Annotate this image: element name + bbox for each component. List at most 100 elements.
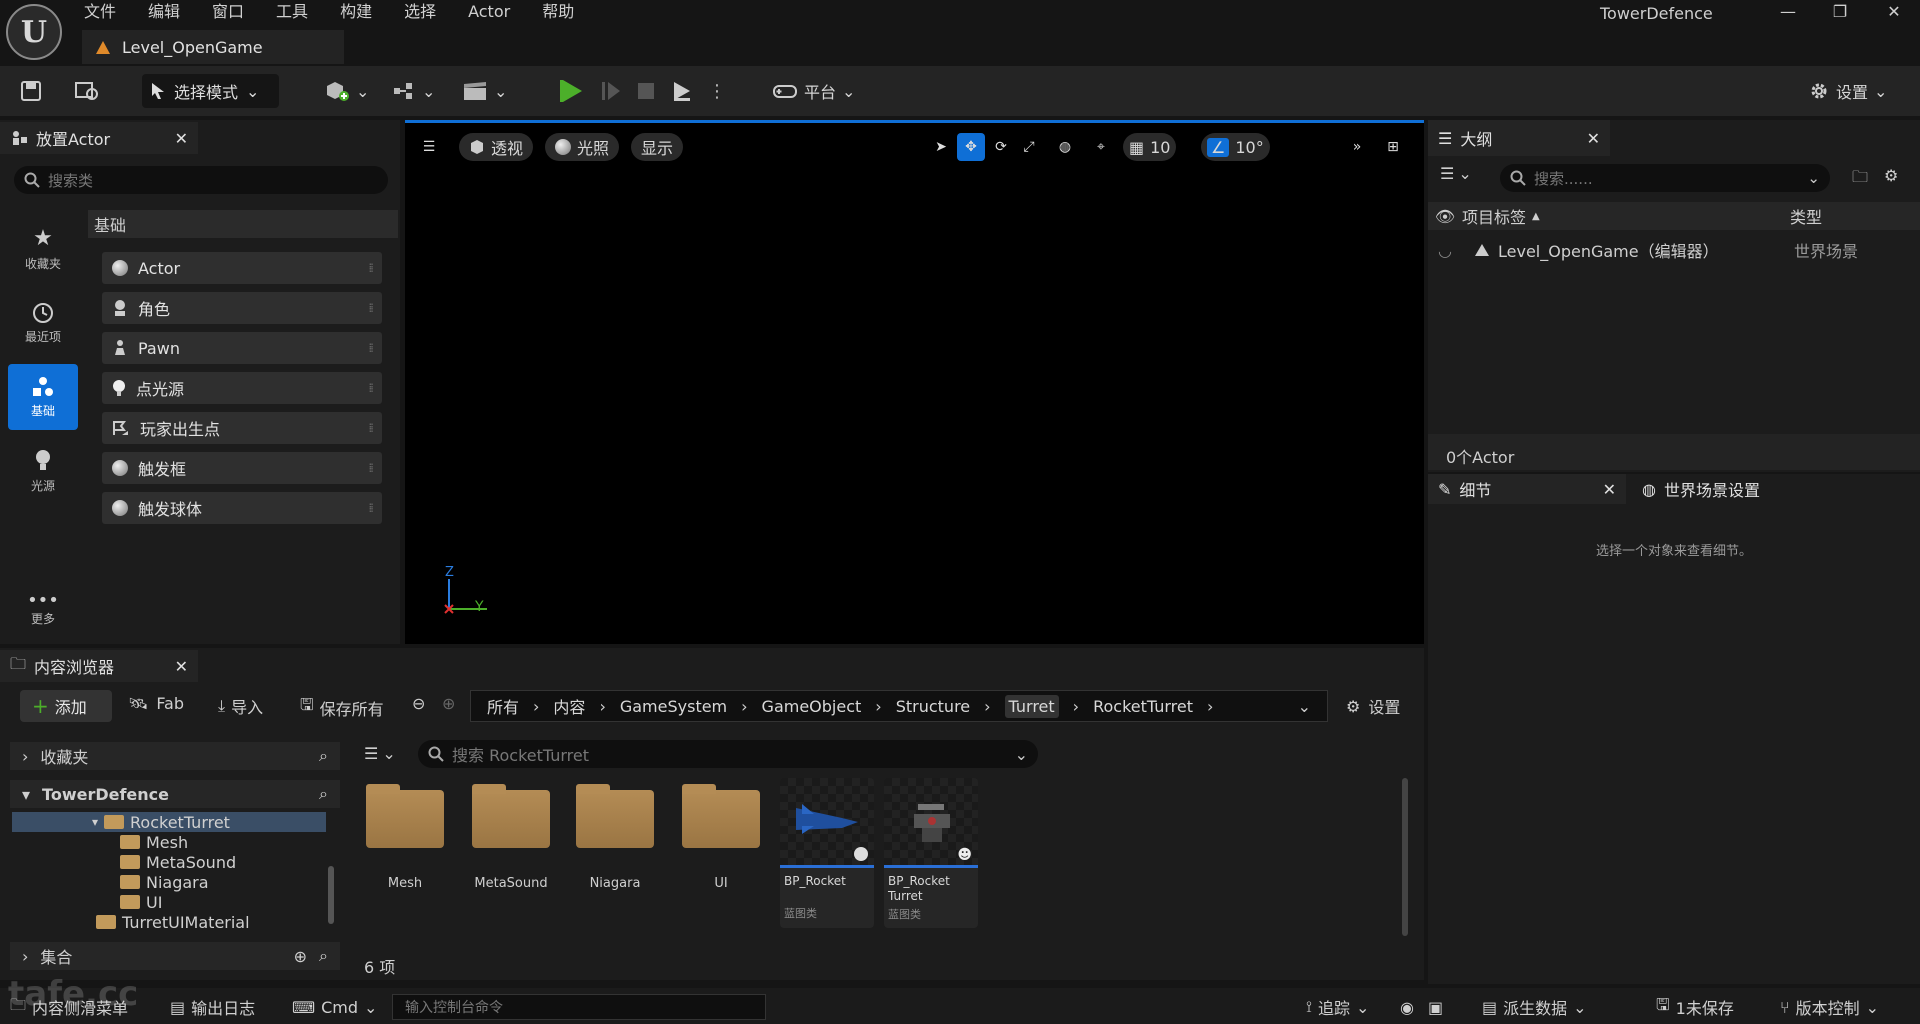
close-icon[interactable]: ✕ (1603, 480, 1616, 499)
surface-snap-icon[interactable]: ⌖ (1087, 133, 1115, 161)
actor-item-point-light[interactable]: 点光源 ⁞⁞ (102, 372, 382, 404)
chevron-down-icon[interactable]: ⌄ (1298, 697, 1311, 716)
settings-button[interactable]: 设置 ⌄ (1808, 74, 1887, 108)
outliner-search-input[interactable]: 搜索...... ⌄ (1500, 164, 1830, 192)
menu-tools[interactable]: 工具 (260, 1, 324, 23)
drag-handle-icon[interactable]: ⁞⁞ (368, 341, 373, 355)
details-tab[interactable]: ✎ 细节 ✕ (1428, 474, 1626, 504)
menu-actor[interactable]: Actor (452, 1, 526, 23)
search-icon[interactable]: ⌕ (319, 784, 328, 804)
chevron-right-icon[interactable]: › (984, 697, 990, 716)
menu-window[interactable]: 窗口 (196, 1, 260, 23)
rotate-tool-icon[interactable]: ⟳ (987, 133, 1015, 161)
asset-filter-button[interactable]: ☰ ⌄ (364, 744, 396, 763)
visibility-icon[interactable]: ◡ (1428, 241, 1462, 260)
actor-item-character[interactable]: 角色 ⁞⁞ (102, 292, 382, 324)
menu-edit[interactable]: 编辑 (132, 1, 196, 23)
world-settings-tab[interactable]: ◍ 世界场景设置 (1632, 474, 1852, 504)
breadcrumb-rocketturret[interactable]: RocketTurret (1093, 697, 1193, 716)
chevron-right-icon[interactable]: › (1073, 697, 1079, 716)
rotation-snap-button[interactable]: ∠ 10° (1201, 133, 1270, 161)
record-icon[interactable]: ◉ (1400, 996, 1414, 1018)
tree-item-rocketturret[interactable]: ▾ RocketTurret (12, 812, 326, 832)
eject-icon[interactable] (670, 79, 694, 103)
minimize-button[interactable]: — (1766, 0, 1810, 22)
close-window-button[interactable]: ✕ (1872, 0, 1916, 22)
unreal-logo-icon[interactable]: U (6, 4, 62, 60)
restore-button[interactable]: ❐ (1818, 0, 1862, 22)
add-folder-icon[interactable]: 🗀 (1852, 166, 1868, 193)
trace-button[interactable]: ⟟ 追踪 ⌄ (1306, 996, 1369, 1018)
chevron-right-icon[interactable]: › (533, 697, 539, 716)
class-search-input[interactable]: 搜索类 (14, 166, 388, 194)
level-viewport[interactable]: ☰ 透视 光照 显示 ➤ ✥ ⟳ ⤢ ◍ ⌖ ▦ 10 ∠ 10° » ⊞ Z … (405, 120, 1424, 644)
actor-item-player-start[interactable]: 玩家出生点 ⁞⁞ (102, 412, 382, 444)
breadcrumb-all[interactable]: 所有 (487, 694, 519, 718)
chevron-right-icon[interactable]: › (599, 697, 605, 716)
category-favorites[interactable]: ★ 收藏夹 (8, 216, 78, 282)
outliner-filter-button[interactable]: ☰ ⌄ (1440, 164, 1472, 183)
category-lights[interactable]: 光源 (8, 438, 78, 504)
actor-item-pawn[interactable]: Pawn ⁞⁞ (102, 332, 382, 364)
output-log-button[interactable]: ▤ 输出日志 (170, 996, 255, 1019)
gear-icon[interactable]: ⚙ (1884, 166, 1898, 185)
fab-button[interactable]: 🛰 Fab (128, 694, 184, 713)
browse-button[interactable] (74, 74, 100, 108)
collections-section[interactable]: › 集合 ⊕ ⌕ (10, 942, 340, 970)
drag-handle-icon[interactable]: ⁞⁞ (368, 461, 373, 475)
outliner-tab[interactable]: ☰ 大纲 ✕ (1428, 120, 1610, 156)
breadcrumb-gamesystem[interactable]: GameSystem (620, 697, 727, 716)
menu-help[interactable]: 帮助 (526, 1, 590, 23)
step-icon[interactable] (600, 79, 622, 103)
perspective-button[interactable]: 透视 (459, 133, 534, 161)
asset-bp-rocket[interactable]: BP_Rocket 蓝图类 (780, 778, 874, 928)
add-button[interactable]: + 添加 (20, 690, 112, 722)
menu-file[interactable]: 文件 (84, 1, 132, 23)
actor-item-trigger-box[interactable]: 触发框 ⁞⁞ (102, 452, 382, 484)
asset-bp-rocket-turret[interactable]: ☻ BP_Rocket Turret 蓝图类 (884, 778, 978, 928)
select-tool-icon[interactable]: ➤ (927, 133, 955, 161)
add-collection-icon[interactable]: ⊕ (294, 947, 307, 966)
outliner-row[interactable]: ◡ Level_OpenGame（编辑器） 世界场景 (1428, 238, 1920, 262)
drag-handle-icon[interactable]: ⁞⁞ (368, 421, 373, 435)
asset-search-input[interactable]: 搜索 RocketTurret ⌄ (418, 740, 1038, 768)
grid-snap-button[interactable]: ▦ 10 (1123, 133, 1177, 161)
viewport-layout-icon[interactable]: ⊞ (1379, 133, 1407, 161)
col-label-header[interactable]: 项目标签 (1462, 204, 1526, 228)
breadcrumb-structure[interactable]: Structure (896, 697, 970, 716)
folder-niagara-icon[interactable] (576, 784, 654, 848)
more-options-icon[interactable]: ⋮ (708, 81, 726, 102)
chevron-right-icon[interactable]: › (1207, 697, 1213, 716)
menu-build[interactable]: 构建 (324, 1, 388, 23)
save-all-button[interactable]: 🖫 保存所有 (300, 694, 384, 721)
search-icon[interactable]: ⌕ (319, 946, 328, 966)
favorites-section[interactable]: › 收藏夹 ⌕ (10, 742, 340, 770)
import-button[interactable]: ⤓ 导入 (218, 694, 263, 718)
folder-mesh-icon[interactable] (366, 784, 444, 848)
asset-scrollbar[interactable] (1402, 778, 1408, 936)
stop-icon[interactable] (636, 81, 656, 101)
tree-item-turretuimaterial[interactable]: TurretUIMaterial (96, 912, 250, 932)
lighting-button[interactable]: 光照 (545, 133, 620, 161)
actor-item-trigger-sphere[interactable]: 触发球体 ⁞⁞ (102, 492, 382, 524)
level-document-tab[interactable]: Level_OpenGame (82, 30, 344, 64)
search-icon[interactable]: ⌕ (319, 746, 328, 766)
cinematics-button[interactable]: ⌄ (462, 74, 507, 108)
cmd-dropdown[interactable]: ⌨ Cmd ⌄ (292, 996, 377, 1018)
play-icon[interactable] (556, 76, 586, 106)
back-arrow-icon[interactable]: ⊖ (412, 694, 425, 713)
tree-item-niagara[interactable]: Niagara (120, 872, 209, 892)
mode-select-dropdown[interactable]: 选择模式 ⌄ (142, 74, 279, 108)
category-more[interactable]: ••• 更多 (8, 578, 78, 644)
tree-item-metasound[interactable]: MetaSound (120, 852, 236, 872)
blueprints-button[interactable]: ⌄ (392, 74, 435, 108)
breadcrumb-turret[interactable]: Turret (1004, 694, 1059, 718)
platform-button[interactable]: 平台 ⌄ (772, 74, 855, 108)
chevron-right-icon[interactable]: › (741, 697, 747, 716)
forward-arrow-icon[interactable]: ⊕ (442, 694, 455, 713)
cb-settings-button[interactable]: ⚙ 设置 (1346, 694, 1400, 718)
folder-metasound-icon[interactable] (472, 784, 550, 848)
breadcrumb-gameobject[interactable]: GameObject (762, 697, 862, 716)
close-icon[interactable]: ✕ (175, 657, 188, 676)
tree-item-mesh[interactable]: Mesh (120, 832, 188, 852)
